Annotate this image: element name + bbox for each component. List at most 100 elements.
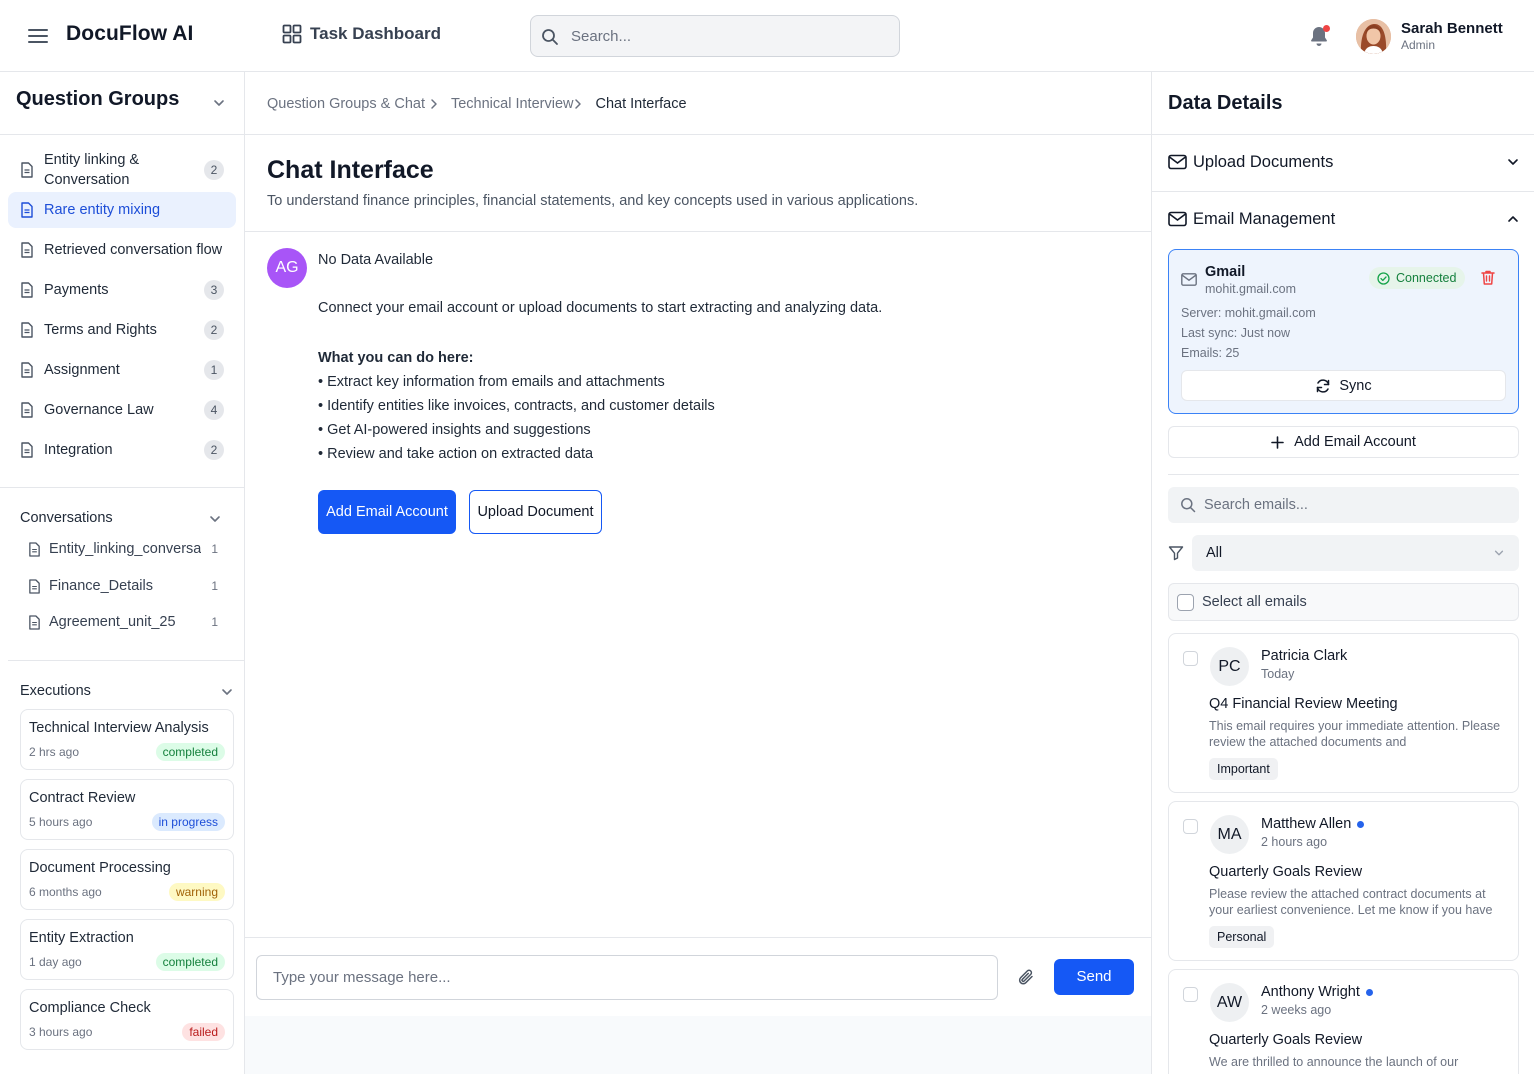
filter-icon (1168, 545, 1184, 561)
paperclip-icon[interactable] (1017, 968, 1035, 986)
sidebar-item-governance-law[interactable]: Governance Law 4 (8, 392, 236, 428)
execution-title: Technical Interview Analysis (29, 720, 209, 736)
sidebar-item-retrieved-conversation-flow[interactable]: Retrieved conversation flow (8, 232, 236, 268)
email-management-accordion[interactable]: Email Management (1168, 207, 1520, 231)
divider (1168, 474, 1519, 475)
select-all-label: Select all emails (1202, 594, 1307, 610)
email-preview: We are thrilled to announce the launch o… (1209, 1055, 1459, 1069)
task-dashboard-link[interactable]: Task Dashboard (282, 24, 441, 44)
breadcrumb-item[interactable]: Technical Interview (451, 96, 574, 112)
document-icon (20, 322, 36, 338)
status-badge: completed (155, 953, 225, 971)
sidebar-item-payments[interactable]: Payments 3 (8, 272, 236, 308)
page-title: Chat Interface (267, 156, 434, 184)
document-icon (20, 242, 36, 258)
execution-card[interactable]: Entity Extraction 1 day ago completed (20, 919, 234, 980)
chevron-right-icon (573, 98, 583, 110)
email-card[interactable]: PC Patricia Clark Today Q4 Financial Rev… (1168, 633, 1519, 793)
upload-document-button[interactable]: Upload Document (469, 490, 602, 534)
send-button[interactable]: Send (1054, 959, 1134, 995)
avatar: MA (1210, 815, 1249, 854)
chevron-down-icon[interactable] (212, 96, 226, 110)
conversation-label: Agreement_unit_25 (49, 614, 176, 630)
execution-time: 1 day ago (29, 955, 82, 969)
app-brand: DocuFlow AI (66, 22, 194, 45)
chevron-down-icon[interactable] (220, 685, 234, 699)
message-bullet: • Identify entities like invoices, contr… (318, 398, 715, 414)
breadcrumb: Question Groups & Chat Technical Intervi… (267, 96, 687, 112)
document-icon (20, 402, 36, 418)
email-checkbox[interactable] (1183, 987, 1198, 1002)
sidebar-item-label: Assignment (44, 362, 120, 378)
execution-title: Contract Review (29, 790, 136, 806)
trash-icon[interactable] (1480, 269, 1496, 286)
conversation-item[interactable]: Agreement_unit_25 1 (28, 614, 218, 630)
account-address: mohit.gmail.com (1205, 282, 1296, 296)
message-list-title: What you can do here: (318, 350, 474, 366)
add-email-account-button[interactable]: Add Email Account (1168, 426, 1519, 458)
email-subject: Quarterly Goals Review (1209, 1032, 1363, 1048)
sender-name: Anthony Wright (1261, 984, 1360, 1000)
upload-documents-accordion[interactable]: Upload Documents (1168, 150, 1520, 174)
sidebar-item-label: Payments (44, 282, 109, 298)
chevron-down-icon (1506, 155, 1520, 169)
conversation-count: 1 (211, 615, 218, 629)
execution-card[interactable]: Contract Review 5 hours ago in progress (20, 779, 234, 840)
document-icon (20, 362, 36, 378)
email-account-card[interactable]: Gmail mohit.gmail.com Connected Server: … (1168, 249, 1519, 414)
sidebar-item-terms-and-rights[interactable]: Terms and Rights 2 (8, 312, 236, 348)
email-search (1168, 487, 1519, 523)
message-input[interactable] (257, 956, 997, 999)
email-card[interactable]: MA Matthew Allen 2 hours ago Quarterly G… (1168, 801, 1519, 961)
divider (0, 487, 244, 488)
status-label: Connected (1396, 271, 1457, 285)
divider (0, 134, 244, 135)
sidebar-item-assignment[interactable]: Assignment 1 (8, 352, 236, 388)
select-all-checkbox[interactable] (1177, 593, 1194, 611)
message-heading: No Data Available (318, 252, 434, 268)
conversation-label: Finance_Details (49, 578, 153, 594)
email-search-input[interactable] (1204, 487, 1504, 523)
avatar: AW (1210, 983, 1249, 1022)
count-badge: 2 (204, 320, 224, 340)
chevron-down-icon[interactable] (208, 512, 222, 526)
sidebar-item-entity-linking[interactable]: Entity linking & Conversation 2 (8, 144, 236, 196)
menu-icon[interactable] (26, 24, 50, 48)
conversation-item[interactable]: Entity_linking_conversati 1 (28, 541, 218, 557)
sidebar-item-rare-entity-mixing[interactable]: Rare entity mixing (8, 192, 236, 228)
execution-card[interactable]: Technical Interview Analysis 2 hrs ago c… (20, 709, 234, 770)
add-email-account-label: Add Email Account (1294, 434, 1416, 450)
count-badge: 2 (204, 440, 224, 460)
sidebar-item-integration[interactable]: Integration 2 (8, 432, 236, 468)
breadcrumb-item[interactable]: Question Groups & Chat (267, 96, 425, 112)
status-badge: Connected (1369, 267, 1466, 289)
select-all-row[interactable]: Select all emails (1168, 583, 1519, 621)
avatar[interactable] (1356, 19, 1391, 54)
status-badge: failed (182, 1023, 225, 1041)
email-checkbox[interactable] (1183, 819, 1198, 834)
email-preview: Please review the attached contract docu… (1209, 887, 1493, 917)
email-filter-select[interactable]: All (1192, 535, 1519, 571)
execution-title: Compliance Check (29, 1000, 151, 1016)
execution-card[interactable]: Compliance Check 3 hours ago failed (20, 989, 234, 1050)
sidebar-item-label: Retrieved conversation flow (44, 242, 223, 258)
sync-button[interactable]: Sync (1181, 370, 1506, 401)
message-bullet: • Get AI-powered insights and suggestion… (318, 422, 591, 438)
conversation-item[interactable]: Finance_Details 1 (28, 578, 218, 594)
email-card[interactable]: AW Anthony Wright 2 weeks ago Quarterly … (1168, 969, 1519, 1074)
execution-card[interactable]: Document Processing 6 months ago warning (20, 849, 234, 910)
mail-icon (1168, 211, 1187, 227)
accordion-label: Email Management (1193, 209, 1336, 228)
message-intro: Connect your email account or upload doc… (318, 300, 883, 316)
check-circle-icon (1377, 271, 1390, 285)
sidebar-item-label: Terms and Rights (44, 322, 157, 338)
email-checkbox[interactable] (1183, 651, 1198, 666)
global-search-input[interactable] (571, 16, 891, 56)
filter-value: All (1206, 545, 1223, 561)
sidebar-item-label: Rare entity mixing (44, 202, 161, 218)
mail-icon (1181, 273, 1197, 286)
add-email-account-button[interactable]: Add Email Account (318, 490, 456, 534)
conversation-label: Entity_linking_conversati (49, 541, 201, 557)
document-icon (20, 202, 36, 218)
sidebar-item-label: Governance Law (44, 402, 154, 418)
